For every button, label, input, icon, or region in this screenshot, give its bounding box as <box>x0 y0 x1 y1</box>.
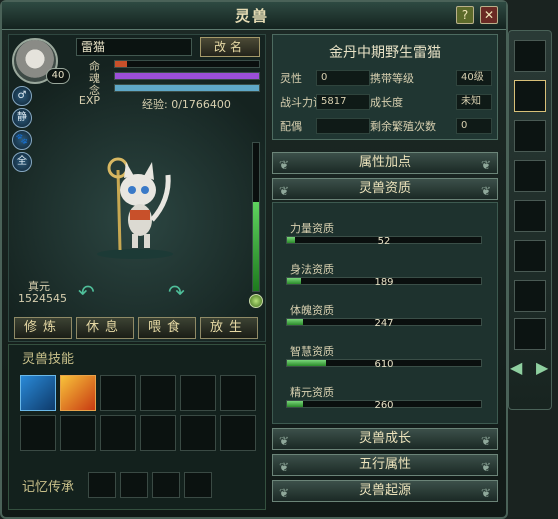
skill-slot[interactable] <box>140 375 176 411</box>
pet-slot[interactable] <box>514 240 546 272</box>
aptitude-value: 52 <box>377 236 391 247</box>
info-value: 0 <box>456 118 492 134</box>
aptitude-label: 力量资质 <box>290 222 334 235</box>
aptitude-value: 189 <box>374 277 394 288</box>
aptitude-label: 身法资质 <box>290 263 334 276</box>
aptitude-value: 610 <box>374 359 394 370</box>
aptitude-value: 260 <box>374 400 394 411</box>
aptitude-label: 精元资质 <box>290 386 334 399</box>
pet-slot[interactable] <box>514 318 546 350</box>
skill-slot-fire[interactable] <box>60 375 96 411</box>
skill-slot[interactable] <box>220 375 256 411</box>
help-button[interactable]: ? <box>456 6 474 24</box>
skill-slot[interactable] <box>140 415 176 451</box>
rest-button[interactable]: 休息 <box>76 317 134 339</box>
vitality-knob-icon <box>249 294 263 308</box>
zhenyuan-value: 1524545 <box>18 292 67 305</box>
memory-slot[interactable] <box>184 472 212 498</box>
section-wuxing[interactable]: ❦ 五行属性 ❦ <box>272 454 498 476</box>
skill-slot[interactable] <box>180 415 216 451</box>
info-value: 5817 <box>316 94 370 110</box>
info-key: 灵性 <box>280 72 302 85</box>
info-value <box>316 118 370 134</box>
stat-label: EXP <box>78 94 100 107</box>
pet-slot[interactable] <box>514 280 546 312</box>
section-wuxing-label: 五行属性 <box>358 457 411 472</box>
section-attr-points[interactable]: ❦ 属性加点 ❦ <box>272 152 498 174</box>
exp-text: 经验: 0/1766400 <box>142 98 231 111</box>
feed-button[interactable]: 喂食 <box>138 317 196 339</box>
train-button[interactable]: 修炼 <box>14 317 72 339</box>
info-key: 成长度 <box>370 96 403 109</box>
quiet-mode-icon[interactable]: 静 <box>12 108 32 128</box>
rename-button[interactable]: 改名 <box>200 37 260 57</box>
gender-icon[interactable]: ♂ <box>12 86 32 106</box>
memory-slot[interactable] <box>152 472 180 498</box>
section-aptitude-label: 灵兽资质 <box>358 181 411 196</box>
memory-slot[interactable] <box>88 472 116 498</box>
pet-slot[interactable] <box>514 120 546 152</box>
section-origin[interactable]: ❦ 灵兽起源 ❦ <box>272 480 498 502</box>
info-value: 未知 <box>456 94 492 110</box>
prev-page-icon[interactable]: ◀ <box>510 358 522 377</box>
section-growth-label: 灵兽成长 <box>358 431 411 446</box>
skill-slot[interactable] <box>220 415 256 451</box>
close-button[interactable]: ✕ <box>480 6 498 24</box>
section-growth[interactable]: ❦ 灵兽成长 ❦ <box>272 428 498 450</box>
memory-slot[interactable] <box>120 472 148 498</box>
aptitude-label: 智慧资质 <box>290 345 334 358</box>
info-key: 剩余繁殖次数 <box>370 120 436 133</box>
skill-slot[interactable] <box>100 415 136 451</box>
vitality-bar-fill <box>253 202 259 291</box>
stat-bar <box>114 84 260 92</box>
pet-level-badge: 40 <box>46 68 70 84</box>
info-value: 40级 <box>456 70 492 86</box>
pet-slot-selected[interactable] <box>514 80 546 112</box>
all-icon[interactable]: 全 <box>12 152 32 172</box>
section-attr-points-label: 属性加点 <box>358 155 411 170</box>
rotate-right-icon[interactable]: ↷ <box>168 280 185 304</box>
pet-slot[interactable] <box>514 200 546 232</box>
info-key: 配偶 <box>280 120 302 133</box>
pet-name-field: 雷猫 <box>76 38 192 56</box>
info-value: 0 <box>316 70 370 86</box>
pet-model-image <box>97 157 173 259</box>
skill-slot[interactable] <box>20 415 56 451</box>
pet-info-title: 金丹中期野生雷猫 <box>329 45 441 61</box>
info-key: 携带等级 <box>370 72 414 85</box>
section-aptitude[interactable]: ❦ 灵兽资质 ❦ <box>272 178 498 200</box>
pet-slot[interactable] <box>514 40 546 72</box>
rotate-left-icon[interactable]: ↶ <box>78 280 95 304</box>
section-origin-label: 灵兽起源 <box>358 483 411 498</box>
window-title: 灵兽 <box>234 7 269 25</box>
skill-slot[interactable] <box>180 375 216 411</box>
release-button[interactable]: 放生 <box>200 317 258 339</box>
stat-bar-fill <box>115 85 259 91</box>
stat-bar-fill <box>115 61 127 67</box>
aptitude-label: 体魄资质 <box>290 304 334 317</box>
paw-icon[interactable]: 🐾 <box>12 130 32 150</box>
skill-slot-wind[interactable] <box>20 375 56 411</box>
vitality-bar <box>252 142 260 292</box>
stat-bar <box>114 60 260 68</box>
aptitude-value: 247 <box>374 318 394 329</box>
pet-slot[interactable] <box>514 160 546 192</box>
stat-bar <box>114 72 260 80</box>
skills-title: 灵兽技能 <box>22 352 75 367</box>
stat-bar-fill <box>115 73 259 79</box>
skill-slot[interactable] <box>100 375 136 411</box>
skill-slot[interactable] <box>60 415 96 451</box>
next-page-icon[interactable]: ▶ <box>536 358 548 377</box>
memory-inherit-label: 记忆传承 <box>22 480 75 495</box>
